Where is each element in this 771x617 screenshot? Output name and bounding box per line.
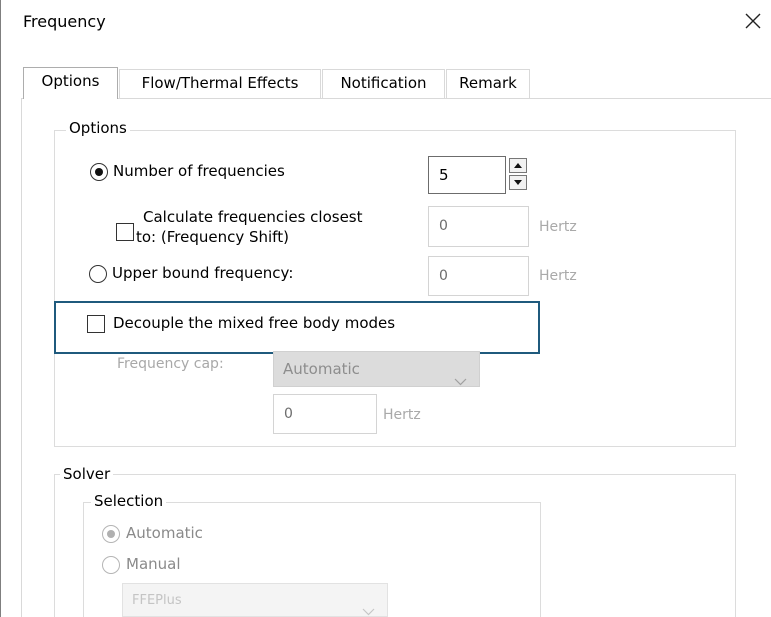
chevron-down-icon (454, 378, 467, 386)
frequency-cap-selected: Automatic (283, 360, 360, 378)
frequency-spin-up-button[interactable] (509, 158, 527, 173)
solver-select[interactable]: FFEPlus (122, 583, 388, 617)
solver-group-legend: Solver (60, 465, 114, 483)
frequency-shift-unit: Hertz (539, 219, 577, 235)
number-of-frequencies-radio[interactable] (90, 163, 108, 181)
upper-bound-frequency-unit: Hertz (539, 268, 577, 284)
upper-bound-frequency-input[interactable]: 0 (428, 256, 529, 296)
solver-automatic-radio[interactable] (102, 525, 120, 543)
decouple-modes-label: Decouple the mixed free body modes (113, 314, 396, 332)
upper-bound-frequency-label: Upper bound frequency: (112, 264, 294, 282)
solver-selected: FFEPlus (132, 593, 182, 608)
frequency-shift-input[interactable]: 0 (428, 206, 529, 247)
decouple-modes-checkbox[interactable] (87, 315, 105, 333)
solver-manual-label: Manual (126, 555, 181, 573)
calculate-closest-label-line2: to: (Frequency Shift) (136, 228, 289, 246)
frequency-cap-select[interactable]: Automatic (273, 351, 480, 387)
number-of-frequencies-input[interactable]: 5 (428, 156, 506, 194)
frequency-cap-input[interactable]: 0 (273, 394, 377, 434)
options-group-legend: Options (66, 119, 130, 137)
calculate-closest-label-line1: Calculate frequencies closest (143, 208, 363, 226)
calculate-closest-checkbox[interactable] (116, 223, 134, 241)
selection-group-legend: Selection (91, 492, 167, 510)
frequency-spin-down-button[interactable] (509, 175, 527, 190)
caret-up-icon (514, 163, 522, 168)
upper-bound-frequency-radio[interactable] (89, 265, 107, 283)
number-of-frequencies-label: Number of frequencies (113, 162, 285, 180)
caret-down-icon (514, 180, 522, 185)
solver-automatic-label: Automatic (126, 524, 203, 542)
solver-manual-radio[interactable] (102, 556, 120, 574)
frequency-cap-label: Frequency cap: (117, 356, 224, 372)
chevron-down-icon (362, 608, 375, 616)
frequency-cap-unit: Hertz (383, 407, 421, 423)
